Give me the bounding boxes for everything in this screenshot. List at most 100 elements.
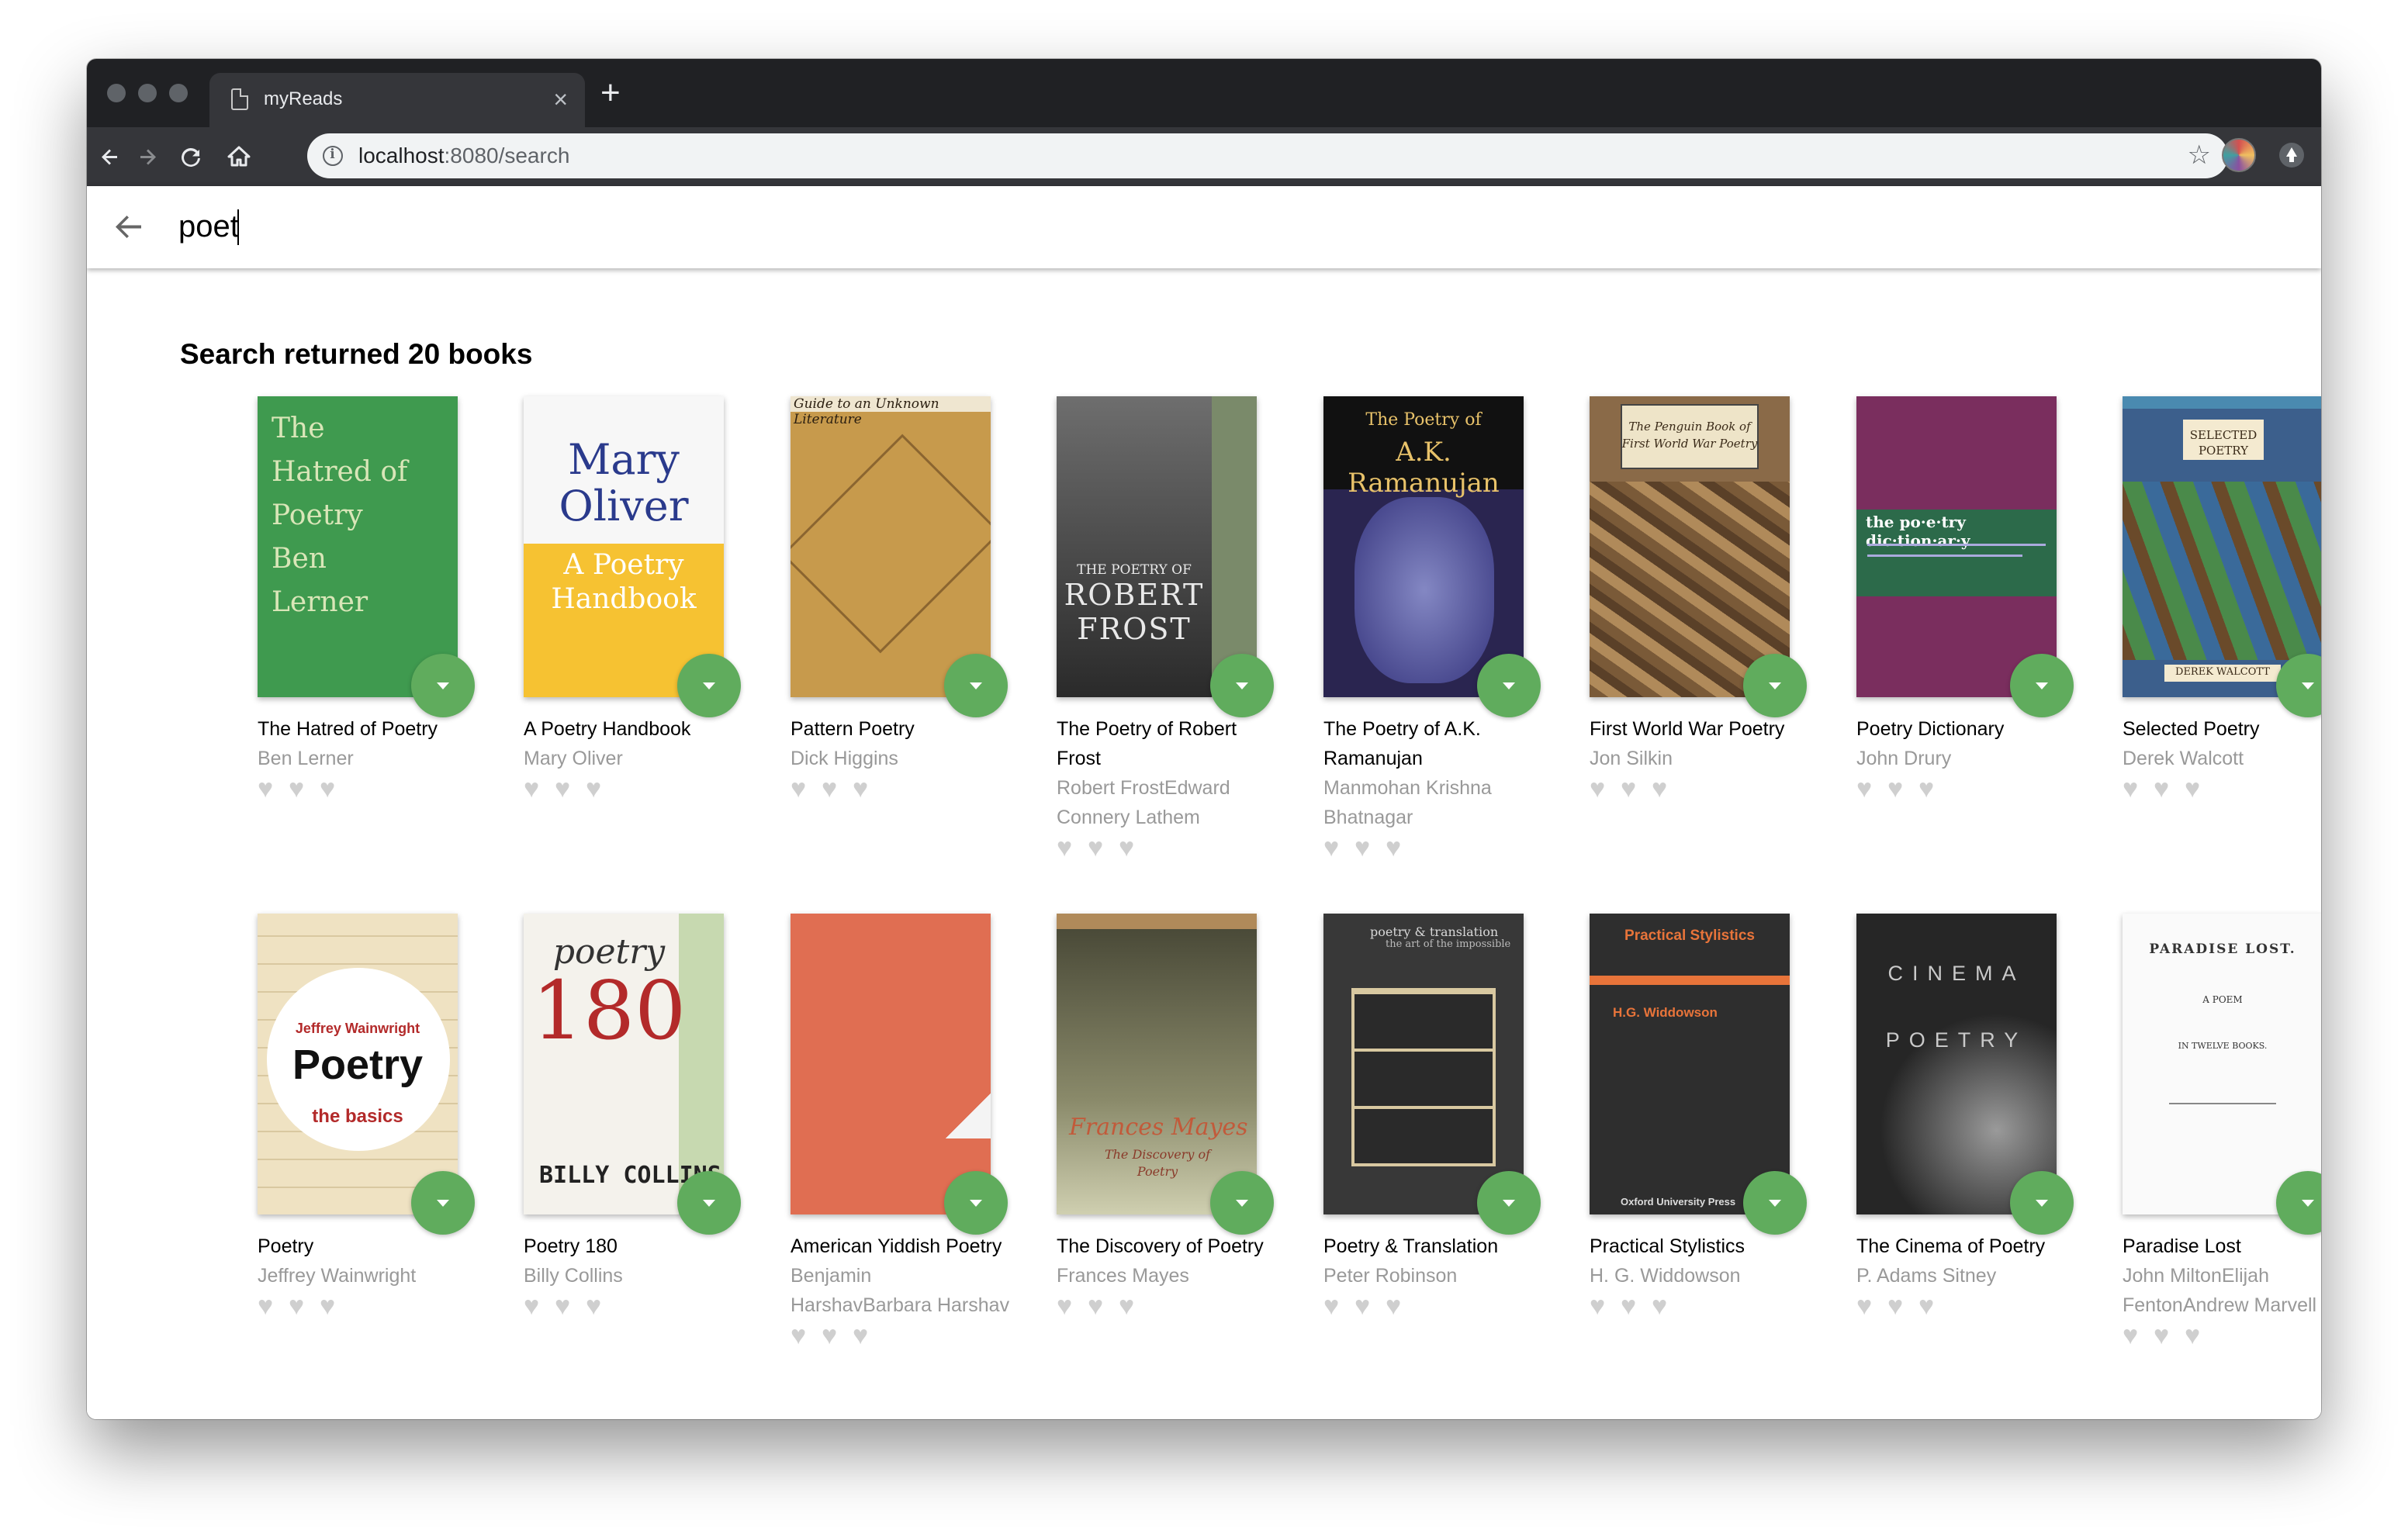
heart-icon[interactable]: ♥ [586,776,612,802]
heart-icon[interactable]: ♥ [1354,834,1381,861]
heart-icon[interactable]: ♥ [1088,1293,1114,1319]
book-cover-image[interactable]: The Poetry of A.K. Ramanujan [1323,396,1524,697]
rating-hearts: ♥ ♥ ♥ [1856,1293,1950,1319]
heart-icon[interactable]: ♥ [289,776,315,802]
heart-icon[interactable]: ♥ [791,776,817,802]
reload-icon[interactable] [172,138,209,175]
heart-icon[interactable]: ♥ [2185,1322,2211,1349]
home-icon[interactable] [220,138,258,175]
shelf-changer-button[interactable] [1743,654,1807,717]
heart-icon[interactable]: ♥ [1386,834,1412,861]
shelf-changer-button[interactable] [677,654,741,717]
heart-icon[interactable]: ♥ [524,1293,550,1319]
heart-icon[interactable]: ♥ [524,776,550,802]
book-cover-image[interactable]: Jeffrey Wainwright Poetry the basics [258,914,458,1214]
shelf-changer-button[interactable] [411,654,475,717]
heart-icon[interactable]: ♥ [586,1293,612,1319]
heart-icon[interactable]: ♥ [1323,1293,1350,1319]
heart-icon[interactable]: ♥ [1887,776,1914,802]
profile-avatar[interactable] [2222,138,2256,172]
heart-icon[interactable]: ♥ [1918,776,1945,802]
book-cover-image[interactable]: Practical Stylistics H.G. Widdowson Oxford… [1590,914,1790,1214]
url-text[interactable]: localhost:8080/search [358,143,569,168]
heart-icon[interactable]: ♥ [2154,776,2180,802]
site-info-icon[interactable] [323,146,343,166]
heart-icon[interactable]: ♥ [1621,776,1647,802]
heart-icon[interactable]: ♥ [1057,834,1083,861]
heart-icon[interactable]: ♥ [1323,834,1350,861]
heart-icon[interactable]: ♥ [822,776,848,802]
heart-icon[interactable]: ♥ [1354,1293,1381,1319]
book-cover-image[interactable] [791,914,991,1214]
search-input[interactable] [178,202,2273,251]
close-search-arrow-icon[interactable] [106,203,152,250]
address-bar[interactable]: localhost:8080/search ☆ [307,133,2228,178]
shelf-changer-button[interactable] [944,654,1008,717]
book-cover-image[interactable]: Mary Oliver A Poetry Handbook [524,396,724,697]
heart-icon[interactable]: ♥ [1887,1293,1914,1319]
heart-icon[interactable]: ♥ [1590,1293,1616,1319]
heart-icon[interactable]: ♥ [1621,1293,1647,1319]
heart-icon[interactable]: ♥ [1386,1293,1412,1319]
shelf-changer-button[interactable] [1477,654,1541,717]
book-cover-image[interactable]: poetry & translation the art of the impos… [1323,914,1524,1214]
shelf-changer-button[interactable] [944,1171,1008,1235]
heart-icon[interactable]: ♥ [1119,834,1145,861]
book-cover-image[interactable]: poetry 180 BILLY COLLINS [524,914,724,1214]
book-cover-image[interactable]: The Penguin Book of First World War Poetr… [1590,396,1790,697]
zoom-window-dot[interactable] [169,84,188,102]
heart-icon[interactable]: ♥ [1652,776,1678,802]
heart-icon[interactable]: ♥ [2185,776,2211,802]
heart-icon[interactable]: ♥ [1856,1293,1883,1319]
book-cover-image[interactable]: THE POETRY OF ROBERT FROST [1057,396,1257,697]
shelf-changer-button[interactable] [1477,1171,1541,1235]
close-window-dot[interactable] [107,84,126,102]
cover-art [1867,555,2022,557]
heart-icon[interactable]: ♥ [289,1293,315,1319]
shelf-changer-button[interactable] [1210,654,1274,717]
heart-icon[interactable]: ♥ [1590,776,1616,802]
heart-icon[interactable]: ♥ [2123,1322,2149,1349]
new-tab-button[interactable]: + [600,76,621,110]
shelf-changer-button[interactable] [2010,1171,2074,1235]
heart-icon[interactable]: ♥ [258,1293,284,1319]
heart-icon[interactable]: ♥ [853,1322,879,1349]
heart-icon[interactable]: ♥ [320,776,346,802]
heart-icon[interactable]: ♥ [853,776,879,802]
book-cover-image[interactable]: Guide to an Unknown Literature [791,396,991,697]
book-cover-image[interactable]: SELECTED POETRY DEREK WALCOTT [2123,396,2321,697]
browser-tab[interactable]: myReads × [209,73,585,127]
heart-icon[interactable]: ♥ [1856,776,1883,802]
heart-icon[interactable]: ♥ [2123,776,2149,802]
book-cover-image[interactable]: the po·e·try dic·tion·ar·y [1856,396,2057,697]
book-cover-image[interactable]: Frances Mayes The Discovery of Poetry [1057,914,1257,1214]
heart-icon[interactable]: ♥ [320,1293,346,1319]
update-icon[interactable] [2279,143,2304,168]
heart-icon[interactable]: ♥ [1088,834,1114,861]
book-cover-image[interactable]: CINEMA POETRY [1856,914,2057,1214]
rating-hearts: ♥ ♥ ♥ [258,776,351,802]
heart-icon[interactable]: ♥ [555,776,581,802]
heart-icon[interactable]: ♥ [791,1322,817,1349]
heart-icon[interactable]: ♥ [1918,1293,1945,1319]
cover-art: PARADISE LOST. [2149,941,2296,957]
heart-icon[interactable]: ♥ [1057,1293,1083,1319]
heart-icon[interactable]: ♥ [822,1322,848,1349]
shelf-changer-button[interactable] [1210,1171,1274,1235]
book-cover-image[interactable]: The Hatred of Poetry Ben Lerner [258,396,458,697]
shelf-changer-button[interactable] [411,1171,475,1235]
heart-icon[interactable]: ♥ [555,1293,581,1319]
tab-close-icon[interactable]: × [553,84,568,115]
bookmark-star-icon[interactable]: ☆ [2188,140,2211,171]
book-cover-image[interactable]: PARADISE LOST. A POEM IN TWELVE BOOKS. [2123,914,2321,1214]
forward-icon[interactable] [129,138,166,175]
back-icon[interactable] [92,138,129,175]
shelf-changer-button[interactable] [2010,654,2074,717]
heart-icon[interactable]: ♥ [258,776,284,802]
heart-icon[interactable]: ♥ [1652,1293,1678,1319]
shelf-changer-button[interactable] [1743,1171,1807,1235]
shelf-changer-button[interactable] [677,1171,741,1235]
heart-icon[interactable]: ♥ [1119,1293,1145,1319]
minimize-window-dot[interactable] [138,84,157,102]
heart-icon[interactable]: ♥ [2154,1322,2180,1349]
